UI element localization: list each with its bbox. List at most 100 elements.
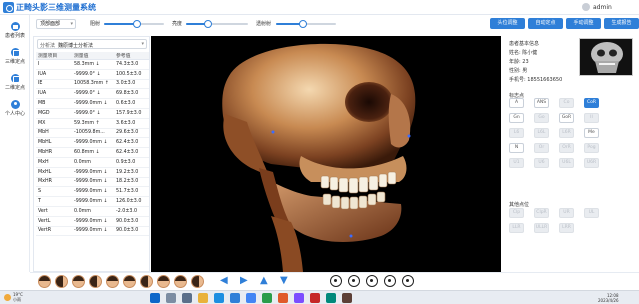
pan-icon[interactable] xyxy=(366,275,378,287)
landmark-button-gn[interactable]: Gn xyxy=(509,113,524,123)
table-row[interactable]: MB -9999.0mm ↓ 0.6±3.0 xyxy=(36,98,149,109)
face-view-front-icon[interactable] xyxy=(38,275,51,288)
landmark-button-gor[interactable]: GoR xyxy=(559,113,574,123)
start-icon[interactable] xyxy=(150,293,160,303)
face-view-iso-icon[interactable] xyxy=(174,275,187,288)
reset-view-icon[interactable] xyxy=(402,275,414,287)
nav-item-3d-points[interactable]: 三维定点 xyxy=(0,45,30,69)
landmark-button-ul[interactable]: UL xyxy=(584,208,599,218)
generate-report-button[interactable]: 生成报告 xyxy=(604,18,639,29)
manual-adjust-button[interactable]: 手动调整 xyxy=(566,18,601,29)
auto-landmark-button[interactable]: 自动定点 xyxy=(528,18,563,29)
rotate-up-icon[interactable]: ▲ xyxy=(260,275,268,287)
nav-item-personal-center[interactable]: 个人中心 xyxy=(0,97,30,121)
face-view-oblique-right-icon[interactable] xyxy=(157,275,170,288)
face-view-profile-icon[interactable] xyxy=(191,275,204,288)
rotate-left-icon[interactable]: ◀ xyxy=(220,275,228,287)
target-icon[interactable] xyxy=(330,275,342,287)
3d-skull-viewer[interactable] xyxy=(151,36,501,272)
table-row[interactable]: VertR -9999.0mm ↓ 90.0±3.0 xyxy=(36,226,149,237)
task-view-icon[interactable] xyxy=(182,293,192,303)
landmark-button-ur[interactable]: UR xyxy=(559,208,574,218)
landmark-button-l6r[interactable]: L6R xyxy=(559,128,574,138)
face-view-oblique-left-icon[interactable] xyxy=(140,275,153,288)
move-icon[interactable] xyxy=(348,275,360,287)
table-row[interactable]: S -9999.0mm ↓ 51.7±3.0 xyxy=(36,186,149,198)
table-row[interactable]: Vert 0.0mm -2.0±3.0 xyxy=(36,206,149,217)
rotate-down-icon[interactable]: ▼ xyxy=(280,275,288,287)
slider-knob[interactable] xyxy=(203,20,212,28)
search-icon[interactable] xyxy=(166,293,176,303)
face-view-bottom-icon[interactable] xyxy=(123,275,136,288)
table-row[interactable]: IUA -9999.0° ↓ 100.5±3.0 xyxy=(36,69,149,80)
view-mode-select[interactable]: 顶部面部 ▾ xyxy=(36,19,76,29)
table-row[interactable]: IUA -9999.0° ↓ 69.8±3.0 xyxy=(36,88,149,100)
clock[interactable]: 12:08 2023/4/26 xyxy=(598,293,619,303)
table-row[interactable]: VertL -9999.0mm ↓ 90.0±3.0 xyxy=(36,216,149,227)
landmark-button-co[interactable]: Co xyxy=(559,98,574,108)
landmark-button-clpr[interactable]: ClpR xyxy=(534,208,549,218)
landmark-button-orr[interactable]: OrR xyxy=(559,143,574,153)
file-explorer-icon[interactable] xyxy=(198,293,208,303)
slider-knob[interactable] xyxy=(299,20,307,28)
landmark-button-ii[interactable]: II xyxy=(584,113,599,123)
landmark-button-me[interactable]: Me xyxy=(584,128,599,138)
landmark-button-go[interactable]: Go xyxy=(534,113,549,123)
landmark-button-u6[interactable]: U6 xyxy=(534,158,549,168)
chrome-icon[interactable] xyxy=(246,293,256,303)
table-row[interactable]: MX 59.3mm ↑ 3.6±3.0 xyxy=(36,118,149,129)
table-row[interactable]: MxHR -9999.0mm ↓ 18.2±3.0 xyxy=(36,177,149,188)
landmark-button-ans[interactable]: ANS xyxy=(534,98,549,108)
landmark-button-u6l[interactable]: U6L xyxy=(559,158,574,168)
folder-icon[interactable] xyxy=(342,293,352,303)
landmark-button-l6l[interactable]: L6L xyxy=(534,128,549,138)
table-row[interactable]: MGD -9999.0° ↓ 157.9±3.0 xyxy=(36,108,149,119)
table-row[interactable]: MxHL -9999.0mm ↓ 19.2±3.0 xyxy=(36,167,149,178)
edge-icon[interactable] xyxy=(214,293,224,303)
landmark-button-u1[interactable]: U1 xyxy=(509,158,524,168)
app-taskbar-icon[interactable] xyxy=(230,293,240,303)
face-view-back-icon[interactable] xyxy=(106,275,119,288)
landmark-button-l6[interactable]: L6 xyxy=(509,128,524,138)
brightness-slider[interactable] xyxy=(186,20,248,28)
table-row[interactable]: I 58.3mm ↓ 74.3±3.0 xyxy=(36,59,149,70)
table-row[interactable]: MbHL -9999.0mm ↓ 62.4±3.0 xyxy=(36,137,149,149)
face-view-top-icon[interactable] xyxy=(72,275,85,288)
table-row[interactable]: MxH 0.0mm 0.9±3.0 xyxy=(36,157,149,168)
office-icon[interactable] xyxy=(278,293,288,303)
table-row[interactable]: IE 10058.3mm ↑ 3.0±3.0 xyxy=(36,79,149,90)
landmark-button-a[interactable]: A xyxy=(509,98,524,108)
landmark-button-n[interactable]: N xyxy=(509,143,524,153)
vs-icon[interactable] xyxy=(294,293,304,303)
landmark-button-cor[interactable]: CoR xyxy=(584,98,599,108)
landmark-button-llr[interactable]: LLR xyxy=(509,223,524,233)
terminal-icon[interactable] xyxy=(326,293,336,303)
slider-knob[interactable] xyxy=(133,20,141,28)
head-position-button[interactable]: 头位调整 xyxy=(490,18,525,29)
landmark-button-ullr[interactable]: ULLR xyxy=(534,223,549,233)
nav-item-patient-list[interactable]: 患者列表 xyxy=(0,19,30,43)
avatar[interactable] xyxy=(582,3,590,11)
face-view-left-icon[interactable] xyxy=(55,275,68,288)
nav-item-2d-points[interactable]: 二维定点 xyxy=(0,71,30,95)
table-row[interactable]: MbHR 60.8mm ↓ 62.4±3.0 xyxy=(36,147,149,158)
pdf-icon[interactable] xyxy=(310,293,320,303)
landmark-button-pog[interactable]: Pog xyxy=(584,143,599,153)
opacity-slider[interactable] xyxy=(104,20,164,28)
skull-thumbnail[interactable] xyxy=(579,38,633,76)
skull-rendering[interactable] xyxy=(151,36,501,272)
zoom-icon[interactable] xyxy=(384,275,396,287)
weather-widget[interactable]: 19°C 小雨 xyxy=(13,292,23,302)
face-view-right-icon[interactable] xyxy=(89,275,102,288)
rotate-right-icon[interactable]: ▶ xyxy=(240,275,248,287)
landmark-button-u6r[interactable]: U6R xyxy=(584,158,599,168)
table-row[interactable]: MbH -10059.8m... 29.6±3.0 xyxy=(36,128,149,139)
user-name[interactable]: admin xyxy=(593,4,612,11)
analysis-method-select[interactable]: 分析法 魏原博士分析法 ▾ xyxy=(37,39,147,49)
wechat-icon[interactable] xyxy=(262,293,272,303)
transmission-slider[interactable] xyxy=(276,20,336,28)
table-row[interactable]: T -9999.0mm ↓ 126.0±3.0 xyxy=(36,196,149,207)
landmark-button-lrr[interactable]: LRR xyxy=(559,223,574,233)
landmark-button-or[interactable]: Or xyxy=(534,143,549,153)
landmark-button-clp[interactable]: Clp xyxy=(509,208,524,218)
